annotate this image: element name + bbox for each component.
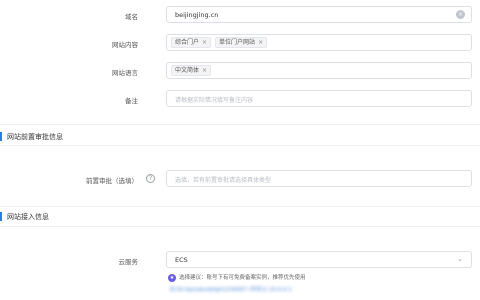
section-access-header: 网站接入信息 bbox=[0, 210, 480, 224]
site-language-label: 网站语言 bbox=[112, 69, 138, 77]
remark-label: 备注 bbox=[125, 97, 138, 105]
remark-row: 备注 请根据实际情况填写备注内容 bbox=[0, 90, 480, 108]
remark-placeholder: 请根据实际情况填写备注内容 bbox=[175, 97, 254, 104]
site-content-tag: 综合门户 × bbox=[171, 37, 212, 48]
star-icon: ★ bbox=[168, 274, 176, 282]
site-language-row: 网站语言 中文简体 × bbox=[0, 62, 480, 80]
cloud-value: ECS bbox=[175, 256, 188, 264]
section-accent-bar bbox=[0, 212, 2, 221]
divider bbox=[0, 124, 480, 125]
divider bbox=[0, 206, 480, 207]
remark-input[interactable]: 请根据实际情况填写备注内容 bbox=[166, 90, 472, 107]
approval-select[interactable]: 选填，若有前置审批请选择具体类型 bbox=[166, 170, 472, 187]
site-language-select[interactable]: 中文简体 × bbox=[166, 62, 472, 79]
approval-placeholder: 选填，若有前置审批请选择具体类型 bbox=[175, 177, 272, 184]
divider bbox=[0, 145, 480, 146]
divider bbox=[0, 226, 480, 227]
chevron-down-icon: ⌄ bbox=[457, 255, 463, 263]
section-accent-bar bbox=[0, 132, 2, 141]
cloud-select[interactable]: ECS ⌄ bbox=[166, 251, 472, 268]
cloud-row: 云服务 ECS ⌄ bbox=[0, 251, 480, 269]
instance-link-text: ECS/i-bp1abcdefgh1234567 (华东1) 10.0.0.1 bbox=[170, 287, 292, 293]
site-content-select[interactable]: 综合门户 × 单位门户网站 × bbox=[166, 34, 472, 51]
site-language-tag: 中文简体 × bbox=[171, 65, 212, 76]
clear-icon[interactable]: × bbox=[456, 10, 465, 19]
remove-tag-icon[interactable]: × bbox=[202, 67, 207, 74]
remove-tag-icon[interactable]: × bbox=[202, 39, 207, 46]
approval-row: 前置审批（选填） ? 选填，若有前置审批请选择具体类型 bbox=[0, 170, 480, 188]
help-icon[interactable]: ? bbox=[146, 174, 155, 183]
section-approval-header: 网站前置审批信息 bbox=[0, 130, 480, 144]
cloud-suggestion: ★ 选择建议：账号下有可免费备案实例，推荐优先使用 bbox=[168, 273, 306, 282]
domain-value: beijingjing.cn bbox=[175, 11, 219, 19]
approval-label: 前置审批（选填） bbox=[86, 177, 138, 185]
cloud-label: 云服务 bbox=[118, 258, 139, 266]
instance-link[interactable]: ECS/i-bp1abcdefgh1234567 (华东1) 10.0.0.1 bbox=[170, 285, 292, 293]
section-title: 网站接入信息 bbox=[7, 213, 49, 221]
remove-tag-icon[interactable]: × bbox=[258, 39, 263, 46]
domain-row: 域名 beijingjing.cn × bbox=[0, 6, 480, 24]
site-content-row: 网站内容 综合门户 × 单位门户网站 × bbox=[0, 34, 480, 52]
domain-label: 域名 bbox=[125, 13, 138, 21]
site-content-tag: 单位门户网站 × bbox=[215, 37, 268, 48]
section-title: 网站前置审批信息 bbox=[7, 133, 63, 141]
cloud-note-text: 选择建议：账号下有可免费备案实例，推荐优先使用 bbox=[179, 275, 306, 281]
site-content-label: 网站内容 bbox=[112, 41, 138, 49]
domain-input[interactable]: beijingjing.cn × bbox=[166, 6, 472, 23]
